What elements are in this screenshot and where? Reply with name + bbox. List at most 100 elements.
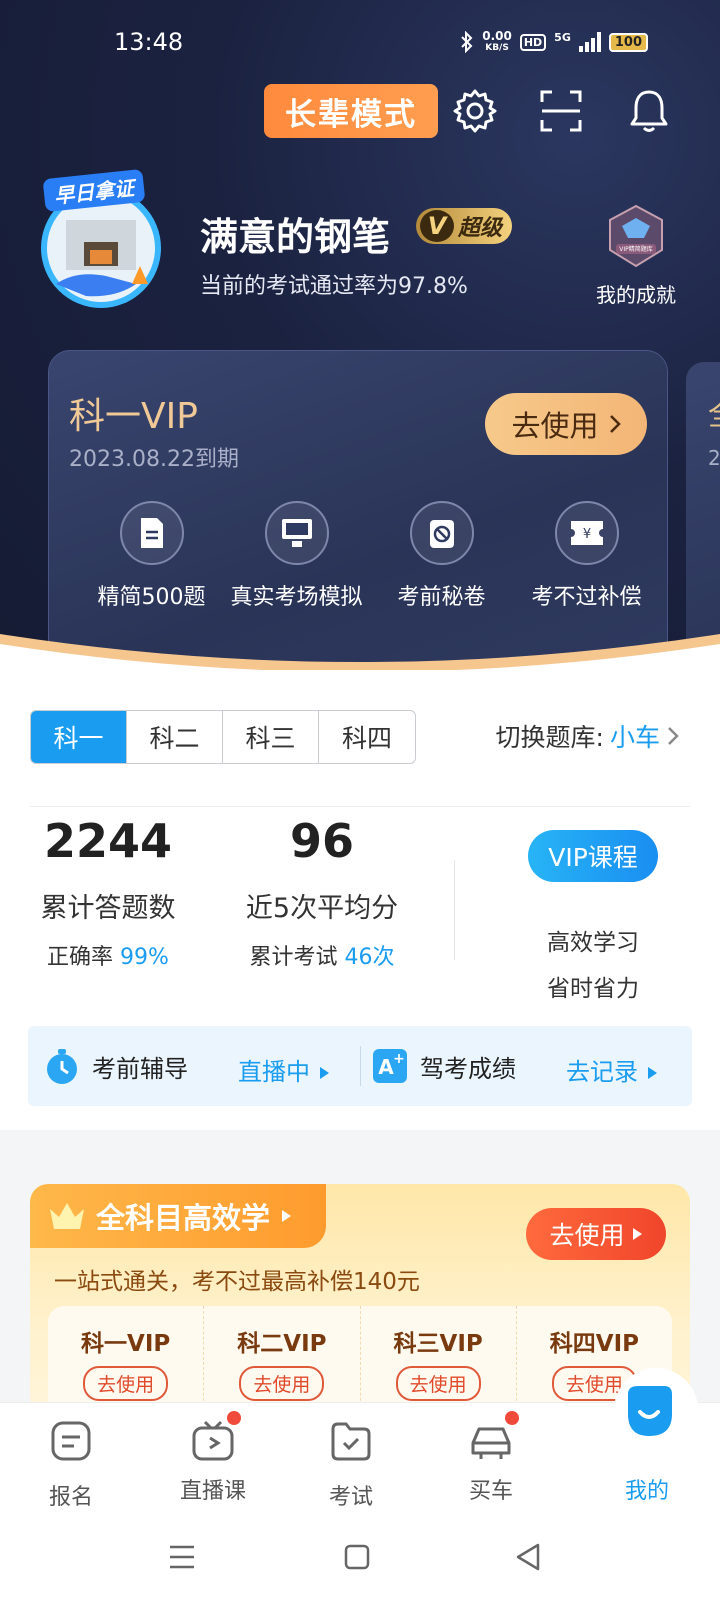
nav-register[interactable]: 报名	[16, 1419, 126, 1511]
exam-count-text: 累计考试 46次	[236, 939, 408, 971]
course-line-2: 省时省力	[547, 976, 639, 1002]
exam-count-value: 46次	[344, 945, 395, 970]
tab-subject-1[interactable]: 科一	[31, 711, 127, 763]
promo-item[interactable]: 科一VIP 去使用	[48, 1306, 205, 1414]
scan-icon[interactable]	[536, 86, 586, 136]
crown-icon	[50, 1203, 84, 1229]
promo-item[interactable]: 科二VIP 去使用	[204, 1306, 361, 1414]
switch-question-bank[interactable]: 切换题库: 小车	[496, 718, 680, 754]
hd-icon: HD	[519, 33, 547, 51]
next-card-sub: 2	[708, 446, 720, 470]
vip-level-label: 超级	[458, 216, 503, 241]
promo-item-title: 科一VIP	[81, 1331, 171, 1357]
accuracy-value: 99%	[120, 945, 169, 970]
back-icon[interactable]	[514, 1542, 542, 1572]
feature-item[interactable]: ¥ 考不过补偿	[514, 501, 659, 611]
settings-icon[interactable]	[450, 86, 500, 136]
notification-dot	[227, 1411, 241, 1425]
notification-dot	[505, 1411, 519, 1425]
medal-icon	[609, 204, 663, 268]
live-tv-icon	[191, 1411, 241, 1463]
stats-divider	[454, 860, 455, 960]
vip-course-button[interactable]: VIP课程	[528, 830, 658, 882]
record-score-link[interactable]: 去记录	[566, 1052, 658, 1087]
nav-label: 直播课	[179, 1479, 246, 1504]
feature-item[interactable]: 真实考场模拟	[224, 501, 369, 611]
stat-average-score[interactable]: 96 近5次平均分 累计考试 46次	[236, 814, 408, 971]
profile-icon[interactable]	[624, 1384, 674, 1438]
tab-subject-3[interactable]: 科三	[223, 711, 319, 763]
average-score-label: 近5次平均分	[245, 893, 399, 924]
record-score-label: 去记录	[566, 1058, 638, 1086]
nav-live-course[interactable]: 直播课	[158, 1411, 268, 1505]
info-bar-separator	[360, 1046, 361, 1086]
svg-text:A: A	[378, 1055, 394, 1079]
car-icon	[469, 1411, 519, 1463]
bell-icon[interactable]	[624, 86, 674, 136]
exam-guide-entry[interactable]: 考前辅导	[44, 1026, 188, 1106]
score-a-plus-icon: A +	[373, 1049, 407, 1083]
network-type: 5G	[554, 30, 571, 44]
net-speed: 0.00 KB/S	[482, 30, 512, 54]
svg-text:+: +	[393, 1051, 405, 1067]
document-icon	[119, 501, 184, 565]
next-card-title: 全	[708, 390, 720, 434]
accuracy-text: 正确率 99%	[28, 939, 188, 971]
average-score-value: 96	[289, 814, 354, 868]
course-line-1: 高效学习	[547, 930, 639, 956]
nav-exam[interactable]: 考试	[296, 1419, 406, 1511]
vip-card-title: 科一VIP	[69, 396, 198, 437]
vip-expire-date: 2023.08.22到期	[69, 447, 239, 472]
feature-item[interactable]: 精简500题	[79, 501, 224, 611]
promo-title: 全科目高效学	[96, 1201, 271, 1235]
subject-tabs: 科一 科二 科三 科四	[30, 710, 416, 764]
home-icon[interactable]	[344, 1544, 370, 1570]
promo-item-button[interactable]: 去使用	[83, 1366, 169, 1401]
nav-label: 考试	[328, 1485, 373, 1510]
username: 满意的钢笔	[200, 215, 391, 259]
nav-label: 我的	[624, 1479, 669, 1504]
live-now-link[interactable]: 直播中	[238, 1052, 330, 1087]
elder-mode-button[interactable]: 长辈模式	[264, 84, 438, 138]
promo-subject-list: 科一VIP 去使用 科二VIP 去使用 科三VIP 去使用 科四VIP 去使用	[48, 1306, 672, 1414]
vip-use-button[interactable]: 去使用	[485, 393, 647, 455]
promo-item-button[interactable]: 去使用	[239, 1366, 325, 1401]
feature-item[interactable]: 考前秘卷	[369, 501, 514, 611]
vip-course-desc: 高效学习 省时省力	[528, 920, 658, 1012]
nav-label: 买车	[468, 1479, 513, 1504]
menu-icon[interactable]	[168, 1544, 196, 1570]
stat-total-answers[interactable]: 2244 累计答题数 正确率 99%	[28, 814, 188, 971]
vip-mark-icon: V	[420, 210, 454, 242]
promo-item-title: 科二VIP	[237, 1331, 327, 1357]
secret-scroll-icon	[409, 501, 474, 565]
profile-header: 13:48 0.00 KB/S HD 5G 100 长辈模式 早日拿证 满意的钢…	[0, 0, 720, 680]
promo-subtitle: 一站式通关，考不过最高补偿140元	[54, 1269, 420, 1295]
achievement-entry[interactable]: VIP精简题库 我的成就	[590, 204, 682, 308]
driving-score-entry[interactable]: A + 驾考成绩	[372, 1026, 516, 1106]
chevron-right-icon	[609, 415, 621, 433]
total-answers-value: 2244	[43, 814, 173, 868]
register-icon	[51, 1421, 91, 1461]
promo-item-button[interactable]: 去使用	[395, 1366, 481, 1401]
net-speed-unit: KB/S	[485, 43, 509, 53]
status-bar: 13:48 0.00 KB/S HD 5G 100	[0, 22, 720, 62]
switch-value: 小车	[609, 723, 660, 752]
tab-subject-4[interactable]: 科四	[319, 711, 415, 763]
promo-use-label: 去使用	[549, 1221, 625, 1250]
exam-folder-icon	[331, 1422, 371, 1461]
nav-buy-car[interactable]: 买车	[436, 1411, 546, 1505]
promo-title-tab[interactable]: 全科目高效学	[30, 1184, 326, 1248]
achievement-label: 我的成就	[596, 283, 676, 307]
vip-level-badge[interactable]: V 超级	[416, 208, 512, 244]
all-subjects-promo[interactable]: 全科目高效学 去使用 一站式通关，考不过最高补偿140元 科一VIP 去使用 科…	[30, 1184, 690, 1414]
study-panel: 科一 科二 科三 科四 切换题库: 小车 2244 累计答题数 正确率 99% …	[0, 670, 720, 1130]
divider	[30, 806, 690, 807]
tab-subject-2[interactable]: 科二	[127, 711, 223, 763]
play-arrow-icon	[282, 1210, 292, 1222]
promo-item[interactable]: 科三VIP 去使用	[361, 1306, 517, 1414]
exam-count-label: 累计考试	[249, 945, 338, 970]
stopwatch-icon	[47, 1049, 77, 1084]
promo-use-button[interactable]: 去使用	[526, 1208, 666, 1260]
signal-icon	[578, 32, 601, 52]
vip-use-label: 去使用	[511, 409, 599, 443]
